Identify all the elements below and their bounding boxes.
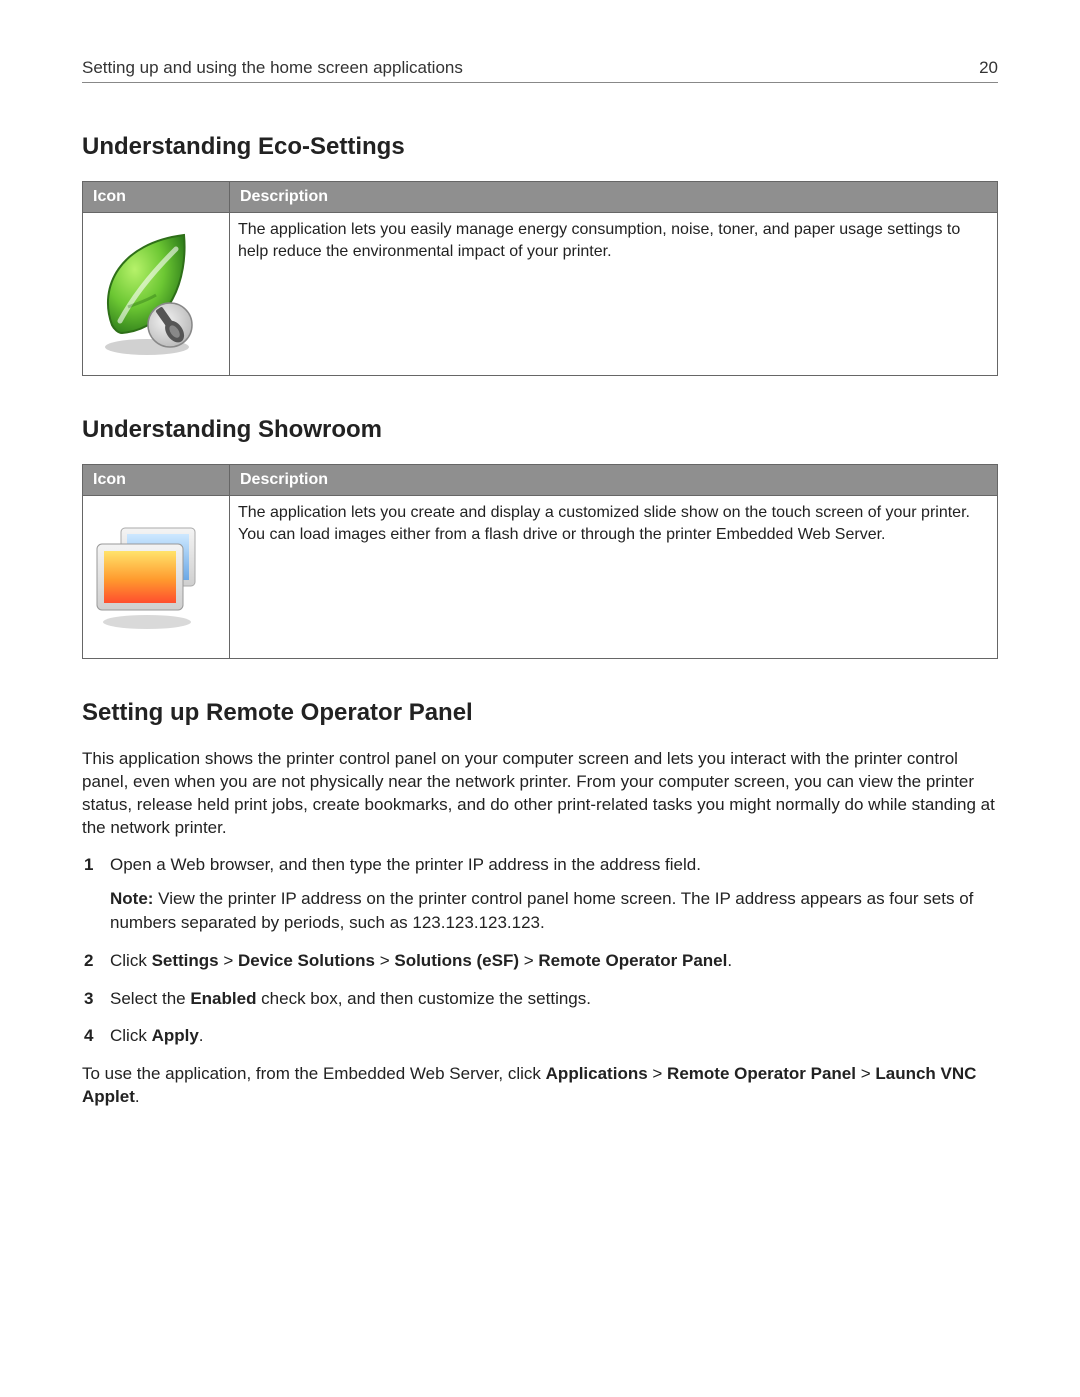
remote-intro: This application shows the printer contr… xyxy=(82,747,998,839)
step-4-b: Apply xyxy=(152,1026,199,1045)
step-3-post: check box, and then customize the settin… xyxy=(256,989,591,1008)
step-2: Click Settings > Device Solutions > Solu… xyxy=(82,949,998,973)
page-header: Setting up and using the home screen app… xyxy=(82,58,998,83)
step-3: Select the Enabled check box, and then c… xyxy=(82,987,998,1011)
step-1-text: Open a Web browser, and then type the pr… xyxy=(110,855,701,874)
showroom-heading: Understanding Showroom xyxy=(82,416,998,444)
remote-steps: Open a Web browser, and then type the pr… xyxy=(82,853,998,1048)
showroom-col-desc: Description xyxy=(230,465,998,496)
step-4: Click Apply. xyxy=(82,1024,998,1048)
remote-outro: To use the application, from the Embedde… xyxy=(82,1062,998,1108)
eco-row: The application lets you easily manage e… xyxy=(83,213,998,376)
header-title: Setting up and using the home screen app… xyxy=(82,58,463,78)
step-2-b4: Remote Operator Panel xyxy=(538,951,727,970)
eco-heading: Understanding Eco‑Settings xyxy=(82,133,998,161)
step-2-pre: Click xyxy=(110,951,152,970)
step-3-b: Enabled xyxy=(190,989,256,1008)
eco-col-desc: Description xyxy=(230,182,998,213)
eco-col-icon: Icon xyxy=(83,182,230,213)
showroom-table: Icon Description xyxy=(82,464,998,659)
eco-icon-cell xyxy=(83,213,230,376)
step-1: Open a Web browser, and then type the pr… xyxy=(82,853,998,934)
step-2-b3: Solutions (eSF) xyxy=(394,951,519,970)
eco-description: The application lets you easily manage e… xyxy=(230,213,998,376)
step-4-pre: Click xyxy=(110,1026,152,1045)
note-label: Note: xyxy=(110,889,153,908)
showroom-description: The application lets you create and disp… xyxy=(230,496,998,659)
outro-b2: Remote Operator Panel xyxy=(667,1064,856,1083)
step-2-b1: Settings xyxy=(152,951,219,970)
document-page: Setting up and using the home screen app… xyxy=(0,0,1080,1182)
step-2-b2: Device Solutions xyxy=(238,951,375,970)
eco-table: Icon Description xyxy=(82,181,998,376)
page-number: 20 xyxy=(979,58,998,78)
outro-b1: Applications xyxy=(546,1064,648,1083)
note-body: View the printer IP address on the print… xyxy=(110,889,973,932)
showroom-col-icon: Icon xyxy=(83,465,230,496)
eco-settings-icon xyxy=(91,219,203,369)
remote-heading: Setting up Remote Operator Panel xyxy=(82,699,998,727)
showroom-row: The application lets you create and disp… xyxy=(83,496,998,659)
showroom-icon-cell xyxy=(83,496,230,659)
step-1-note: Note: View the printer IP address on the… xyxy=(110,887,998,935)
step-3-pre: Select the xyxy=(110,989,190,1008)
showroom-icon xyxy=(91,502,203,652)
